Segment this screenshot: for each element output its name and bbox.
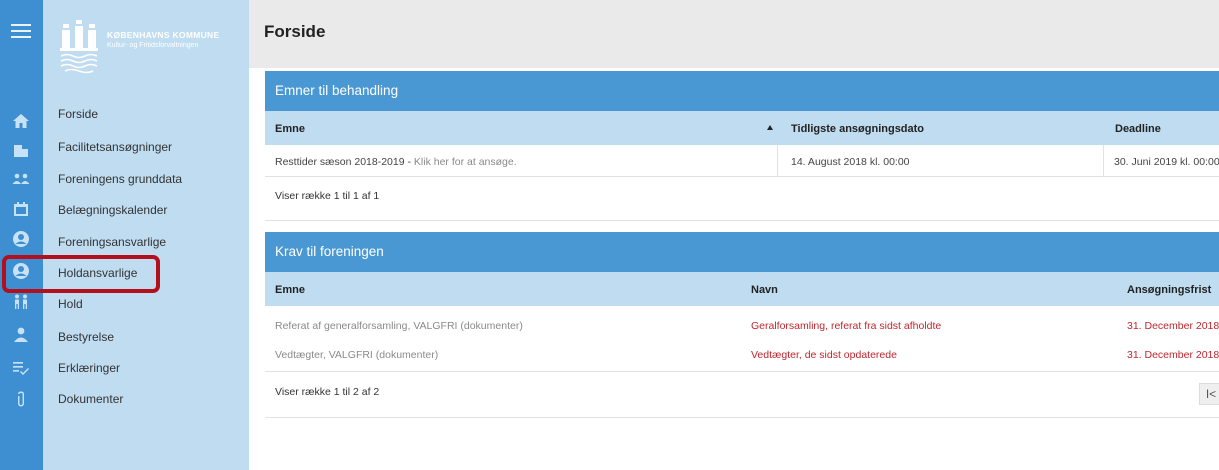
emner-footer: Viser række 1 til 1 af 1 xyxy=(275,190,380,202)
row-frist: 31. December 2018 xyxy=(1127,349,1219,361)
column-header-ansogningsfrist[interactable]: Ansøgningsfrist xyxy=(1127,284,1211,296)
table-row: Referat af generalforsamling, VALGFRI (d… xyxy=(265,310,1219,340)
page-title: Forside xyxy=(264,22,326,41)
emner-panel: Emner til behandling Emne Tidligste ansø… xyxy=(265,71,1219,221)
org-name: KØBENHAVNS KOMMUNE xyxy=(107,30,220,40)
krav-panel-title: Krav til foreningen xyxy=(275,244,384,259)
sort-asc-icon[interactable] xyxy=(767,125,773,130)
calendar-icon[interactable] xyxy=(12,200,30,218)
row-navn-link[interactable]: Geralforsamling, referat fra sidst afhol… xyxy=(751,320,941,332)
column-header-deadline[interactable]: Deadline xyxy=(1115,123,1161,135)
row-frist: 31. December 2018 xyxy=(1127,320,1219,332)
sidebar-menu: KØBENHAVNS KOMMUNE Kultur- og Fritidsfor… xyxy=(43,0,249,470)
sidebar-item-hold[interactable]: Hold xyxy=(58,297,83,311)
column-header-emne[interactable]: Emne xyxy=(275,284,305,296)
emner-table-header: Emne Tidligste ansøgningsdato Deadline xyxy=(265,111,1219,145)
building-icon[interactable] xyxy=(12,141,30,159)
row-emne-link[interactable]: Referat af generalforsamling, VALGFRI (d… xyxy=(275,320,523,332)
emner-panel-header: Emner til behandling xyxy=(265,71,1219,111)
kk-crest-icon xyxy=(60,20,98,74)
apply-link[interactable]: Klik her for at ansøge. xyxy=(414,156,517,168)
row-emne-text: Resttider sæson 2018-2019 - xyxy=(275,156,414,168)
sidebar-item-bestyrelse[interactable]: Bestyrelse xyxy=(58,330,114,344)
row-emne-link[interactable]: Vedtægter, VALGFRI (dokumenter) xyxy=(275,349,438,361)
sidebar-item-dokumenter[interactable]: Dokumenter xyxy=(58,392,123,406)
sidebar-item-facilitetsansogninger[interactable]: Facilitetsansøgninger xyxy=(58,140,172,154)
sidebar-item-erklaeringer[interactable]: Erklæringer xyxy=(58,361,120,375)
row-date: 14. August 2018 kl. 00:00 xyxy=(791,156,910,168)
home-icon[interactable] xyxy=(12,112,30,130)
sidebar-item-forside[interactable]: Forside xyxy=(58,107,98,121)
row-deadline: 30. Juni 2019 kl. 00:00 xyxy=(1114,156,1219,168)
krav-table-header: Emne Navn Ansøgningsfrist xyxy=(265,272,1219,306)
krav-footer: Viser række 1 til 2 af 2 xyxy=(275,386,380,398)
krav-panel-header: Krav til foreningen xyxy=(265,232,1219,272)
column-header-navn[interactable]: Navn xyxy=(751,284,778,296)
app-window: KØBENHAVNS KOMMUNE Kultur- og Fritidsfor… xyxy=(0,0,1219,470)
user-circle-icon[interactable] xyxy=(12,262,30,280)
people-icon[interactable] xyxy=(12,293,30,311)
user-circle-icon[interactable] xyxy=(12,230,30,248)
sidebar-item-foreningens-grunddata[interactable]: Foreningens grunddata xyxy=(58,172,182,186)
icon-rail xyxy=(0,0,43,470)
org-department: Kultur- og Fritidsforvaltningen xyxy=(107,42,199,49)
hamburger-icon[interactable] xyxy=(11,24,31,38)
sidebar-item-foreningsansvarlige[interactable]: Foreningsansvarlige xyxy=(58,235,166,249)
paperclip-icon[interactable] xyxy=(12,390,30,408)
sidebar-item-belaegningskalender[interactable]: Belægningskalender xyxy=(58,203,167,217)
table-row: Vedtægter, VALGFRI (dokumenter) Vedtægte… xyxy=(265,340,1219,372)
table-row: Resttider sæson 2018-2019 - Klik her for… xyxy=(265,145,1219,177)
list-check-icon[interactable] xyxy=(12,358,30,376)
page-header: Forside xyxy=(249,0,1219,68)
emner-panel-title: Emner til behandling xyxy=(275,83,399,98)
pager-first-button[interactable]: I< xyxy=(1199,383,1219,405)
column-header-tidligste[interactable]: Tidligste ansøgningsdato xyxy=(791,123,924,135)
kk-logo[interactable]: KØBENHAVNS KOMMUNE Kultur- og Fritidsfor… xyxy=(59,18,239,74)
person-icon[interactable] xyxy=(12,326,30,344)
row-emne: Resttider sæson 2018-2019 - Klik her for… xyxy=(275,156,517,168)
group-icon[interactable] xyxy=(12,170,30,188)
row-navn-link[interactable]: Vedtægter, de sidst opdaterede xyxy=(751,349,897,361)
krav-panel: Krav til foreningen Emne Navn Ansøgnings… xyxy=(265,232,1219,418)
sidebar-item-holdansvarlige[interactable]: Holdansvarlige xyxy=(58,266,137,280)
column-header-emne[interactable]: Emne xyxy=(275,123,305,135)
